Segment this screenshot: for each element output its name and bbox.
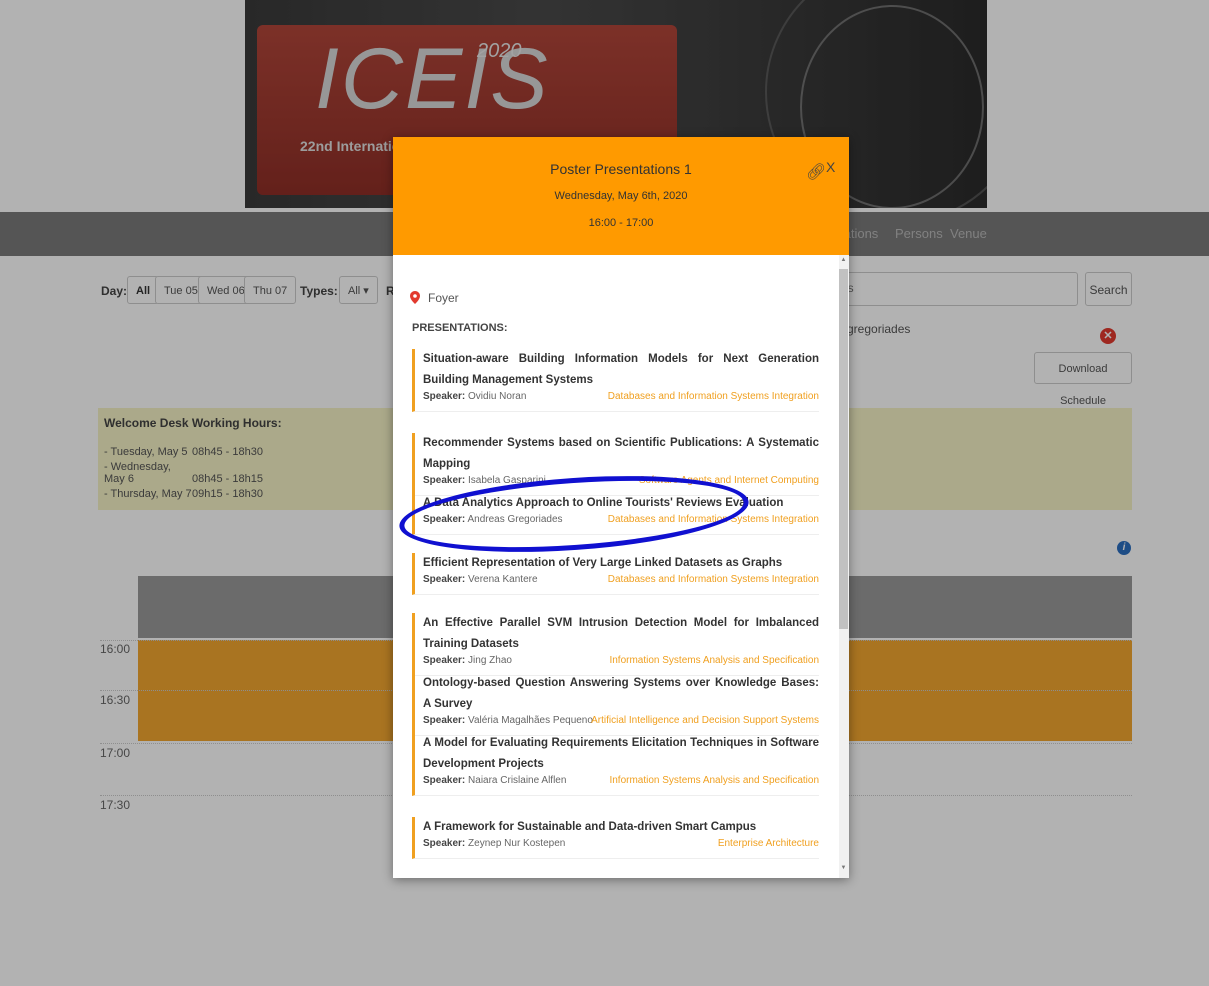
presentation-item[interactable]: Ontology-based Question Answering System… xyxy=(412,673,819,736)
presentation-item[interactable]: A Model for Evaluating Requirements Elic… xyxy=(412,733,819,796)
presentation-title[interactable]: Recommender Systems based on Scientific … xyxy=(423,433,819,475)
presentation-title[interactable]: Ontology-based Question Answering System… xyxy=(423,673,819,715)
presentation-item[interactable]: A Framework for Sustainable and Data-dri… xyxy=(412,817,819,859)
presentation-item[interactable]: Situation-aware Building Information Mod… xyxy=(412,349,819,412)
scroll-up-arrow-icon[interactable]: ▲ xyxy=(839,257,848,263)
presentation-speaker[interactable]: Ovidiu Noran xyxy=(468,391,526,402)
presentation-speaker[interactable]: Valéria Magalhães Pequeno xyxy=(468,715,593,726)
presentation-topic: Databases and Information Systems Integr… xyxy=(607,574,819,585)
link-icon[interactable]: 🔗︎ xyxy=(806,162,826,182)
room-name: Foyer xyxy=(428,291,459,305)
modal-date: Wednesday, May 6th, 2020 xyxy=(554,190,688,202)
location-pin-icon xyxy=(410,291,420,304)
presentation-topic: Databases and Information Systems Integr… xyxy=(607,391,819,402)
presentation-speaker[interactable]: Zeynep Nur Kostepen xyxy=(468,838,565,849)
scroll-down-arrow-icon[interactable]: ▼ xyxy=(839,865,848,871)
presentation-topic: Artificial Intelligence and Decision Sup… xyxy=(591,715,819,726)
presentation-title[interactable]: Situation-aware Building Information Mod… xyxy=(423,349,819,391)
presentation-title[interactable]: An Effective Parallel SVM Intrusion Dete… xyxy=(423,613,819,655)
presentation-topic: Information Systems Analysis and Specifi… xyxy=(609,655,819,666)
close-button[interactable]: X xyxy=(826,159,835,175)
presentation-speaker[interactable]: Verena Kantere xyxy=(468,574,538,585)
presentation-topic: Information Systems Analysis and Specifi… xyxy=(609,775,819,786)
presentations-heading: PRESENTATIONS: xyxy=(412,322,508,334)
presentation-speaker[interactable]: Naiara Crislaine Alflen xyxy=(468,775,566,786)
presentation-title[interactable]: A Model for Evaluating Requirements Elic… xyxy=(423,733,819,775)
presentation-title[interactable]: A Framework for Sustainable and Data-dri… xyxy=(423,817,819,838)
presentation-title[interactable]: Efficient Representation of Very Large L… xyxy=(423,553,819,574)
modal-body: Foyer PRESENTATIONS: Situation-aware Bui… xyxy=(393,255,840,878)
modal-title: Poster Presentations 1 xyxy=(550,161,692,177)
modal-header: Poster Presentations 1 Wednesday, May 6t… xyxy=(393,137,849,255)
presentation-speaker[interactable]: Jing Zhao xyxy=(468,655,512,666)
presentation-topic: Enterprise Architecture xyxy=(717,838,819,849)
presentation-item[interactable]: An Effective Parallel SVM Intrusion Dete… xyxy=(412,613,819,676)
presentation-item[interactable]: Efficient Representation of Very Large L… xyxy=(412,553,819,595)
modal-time: 16:00 - 17:00 xyxy=(588,217,654,229)
modal-scrollbar-thumb[interactable] xyxy=(839,269,848,629)
